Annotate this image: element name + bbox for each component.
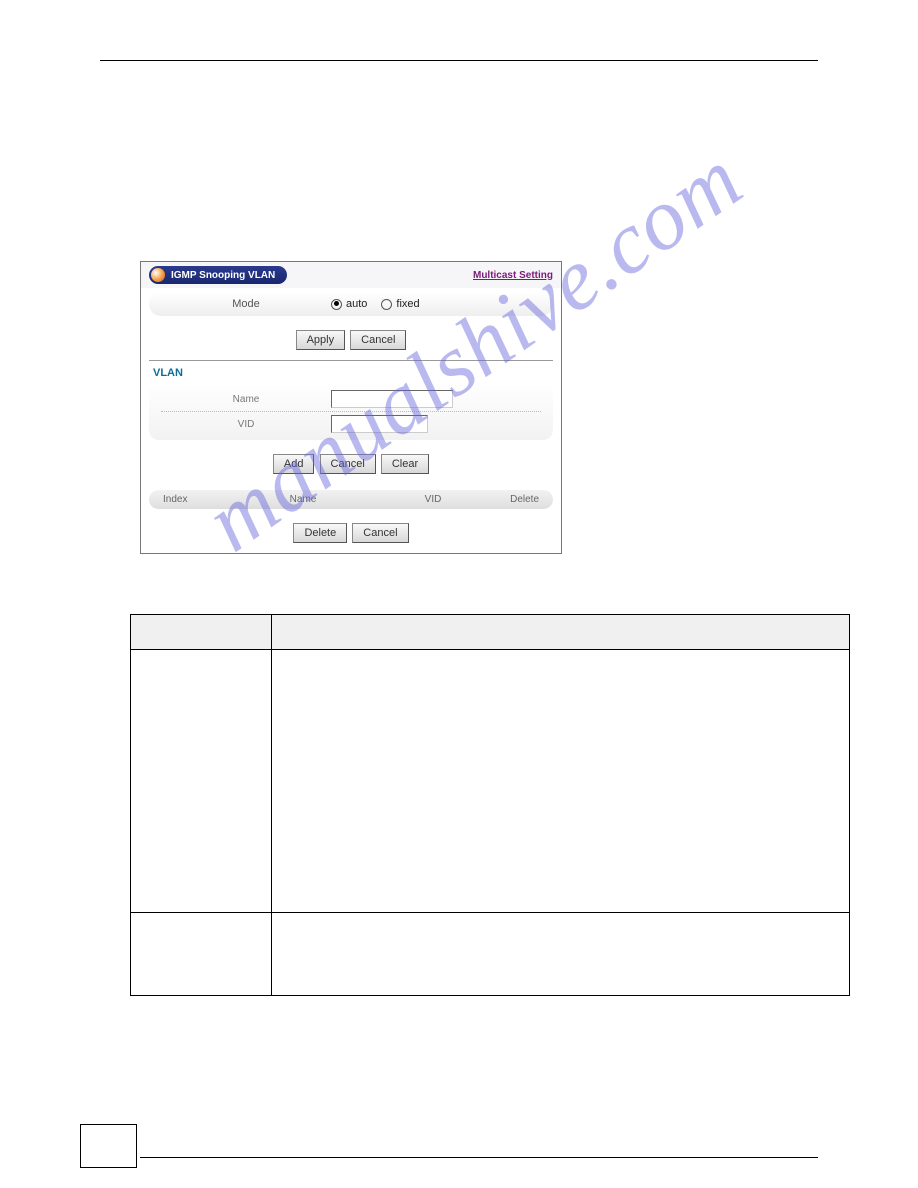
cell-r2c1 <box>131 913 272 996</box>
cancel-button[interactable]: Cancel <box>350 330 406 350</box>
mode-row: Mode auto fixed <box>149 292 553 316</box>
vid-field-label: VID <box>161 419 331 430</box>
name-field-label: Name <box>161 394 331 405</box>
mode-radio-group: auto fixed <box>331 298 420 310</box>
orb-icon <box>151 268 165 282</box>
radio-auto[interactable] <box>331 299 342 310</box>
config-panel-figure: IGMP Snooping VLAN Multicast Setting Mod… <box>140 261 878 554</box>
cancel-button-2[interactable]: Cancel <box>320 454 376 474</box>
th-delete: Delete <box>493 494 539 505</box>
panel-title-text: IGMP Snooping VLAN <box>171 270 275 281</box>
top-horizontal-rule <box>100 60 818 61</box>
mode-label: Mode <box>161 298 331 310</box>
th-name: Name <box>233 494 373 505</box>
description-table <box>130 614 850 996</box>
panel-title-pill: IGMP Snooping VLAN <box>149 266 287 284</box>
add-button[interactable]: Add <box>273 454 315 474</box>
name-input[interactable] <box>331 390 453 408</box>
radio-auto-label: auto <box>346 298 367 310</box>
cell-r1c2 <box>272 650 850 913</box>
panel-header: IGMP Snooping VLAN Multicast Setting <box>141 262 561 288</box>
clear-button[interactable]: Clear <box>381 454 429 474</box>
multicast-setting-link[interactable]: Multicast Setting <box>473 270 553 281</box>
page-number-box <box>80 1124 137 1168</box>
th-index: Index <box>163 494 233 505</box>
apply-button[interactable]: Apply <box>296 330 346 350</box>
cell-r1c1 <box>131 650 272 913</box>
vlan-section-title: VLAN <box>141 361 561 379</box>
th-col1 <box>131 615 272 650</box>
list-header-row: Index Name VID Delete <box>149 490 553 509</box>
radio-fixed-label: fixed <box>396 298 419 310</box>
th-col2 <box>272 615 850 650</box>
cancel-button-3[interactable]: Cancel <box>352 523 408 543</box>
th-vid: VID <box>373 494 493 505</box>
radio-fixed[interactable] <box>381 299 392 310</box>
cell-r2c2 <box>272 913 850 996</box>
delete-button[interactable]: Delete <box>293 523 347 543</box>
footer <box>0 1157 918 1158</box>
vid-input[interactable] <box>331 415 428 433</box>
